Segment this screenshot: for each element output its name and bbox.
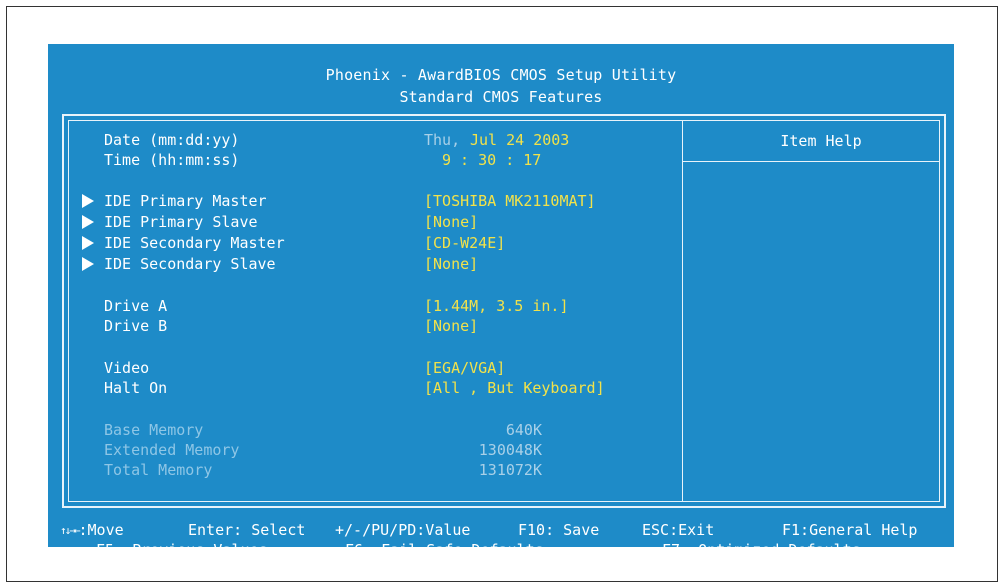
footer-move-label: :Move (78, 521, 124, 539)
time-value[interactable]: 9 : 30 : 17 (442, 151, 541, 169)
footer-general-help-hint: F1:General Help (782, 521, 918, 539)
drive-a-label: Drive A (104, 297, 168, 315)
ide-secondary-master-value[interactable]: [CD-W24E] (424, 234, 505, 252)
extended-memory-value: 130048K (478, 441, 542, 459)
footer-enter-hint: Enter: Select (188, 521, 306, 539)
ide-secondary-slave-value[interactable]: [None] (424, 255, 478, 273)
base-memory-label: Base Memory (104, 421, 204, 439)
drive-a-value[interactable]: [1.44M, 3.5 in.] (424, 297, 569, 315)
video-label: Video (104, 359, 150, 377)
halt-on-label: Halt On (104, 379, 168, 397)
help-divider-horizontal (682, 161, 939, 162)
ide-secondary-slave-label[interactable]: IDE Secondary Slave (104, 255, 276, 273)
drive-b-value[interactable]: [None] (424, 317, 478, 335)
total-memory-value: 131072K (478, 461, 542, 479)
bios-screen: Phoenix - AwardBIOS CMOS Setup Utility S… (48, 44, 954, 559)
submenu-arrow-icon (82, 236, 94, 250)
video-value[interactable]: [EGA/VGA] (424, 359, 505, 377)
ide-primary-master-label[interactable]: IDE Primary Master (104, 192, 267, 210)
ide-secondary-master-label[interactable]: IDE Secondary Master (104, 234, 285, 252)
ide-primary-master-value[interactable]: [TOSHIBA MK2110MAT] (424, 192, 596, 210)
extended-memory-label: Extended Memory (104, 441, 240, 459)
utility-title: Phoenix - AwardBIOS CMOS Setup Utility (325, 66, 677, 84)
drive-b-label: Drive B (104, 317, 168, 335)
footer-exit-hint: ESC:Exit (642, 521, 715, 539)
submenu-arrow-icon (82, 194, 94, 208)
time-label: Time (hh:mm:ss) (104, 151, 240, 169)
date-day: Thu, (424, 131, 461, 149)
date-label: Date (mm:dd:yy) (104, 131, 240, 149)
footer-failsafe-hint: F6: Fail-Safe Defaults (345, 541, 544, 559)
submenu-arrow-icon (82, 257, 94, 271)
navigation-arrows-icon: ↑↓→← (60, 524, 80, 537)
total-memory-label: Total Memory (104, 461, 213, 479)
submenu-arrow-icon (82, 215, 94, 229)
help-divider-vertical (682, 121, 683, 501)
halt-on-value[interactable]: [All , But Keyboard] (424, 379, 605, 397)
footer-save-hint: F10: Save (518, 521, 600, 539)
base-memory-value: 640K (505, 421, 542, 439)
footer-optimized-hint: F7: Optimized Defaults (662, 541, 861, 559)
page-title: Standard CMOS Features (399, 88, 603, 106)
footer-move-hint: ↑↓→←:Move (60, 521, 124, 539)
date-value[interactable]: Jul 24 2003 (470, 131, 569, 149)
ide-primary-slave-value[interactable]: [None] (424, 213, 478, 231)
footer-value-hint: +/-/PU/PD:Value (335, 521, 471, 539)
footer-previous-hint: F5: Previous Values (96, 541, 268, 559)
item-help-title: Item Help (780, 132, 862, 150)
ide-primary-slave-label[interactable]: IDE Primary Slave (104, 213, 258, 231)
